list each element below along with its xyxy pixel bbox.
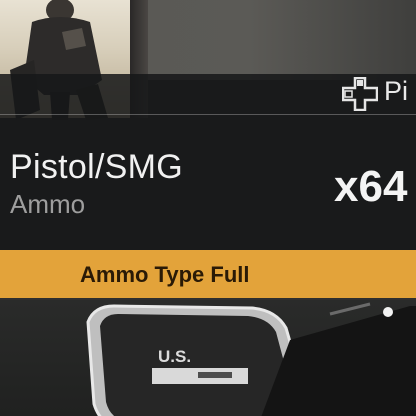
item-count: x64 [334, 162, 408, 211]
status-message: Ammo Type Full [80, 262, 250, 287]
item-type: Ammo [10, 189, 86, 219]
dpad-icon [342, 77, 378, 111]
item-name: Pistol/SMG [10, 148, 184, 186]
card-divider [0, 114, 416, 115]
pickup-prompt-label[interactable]: Pi [384, 76, 408, 107]
plate-label: U.S. [158, 347, 191, 366]
held-weapon [261, 302, 416, 416]
